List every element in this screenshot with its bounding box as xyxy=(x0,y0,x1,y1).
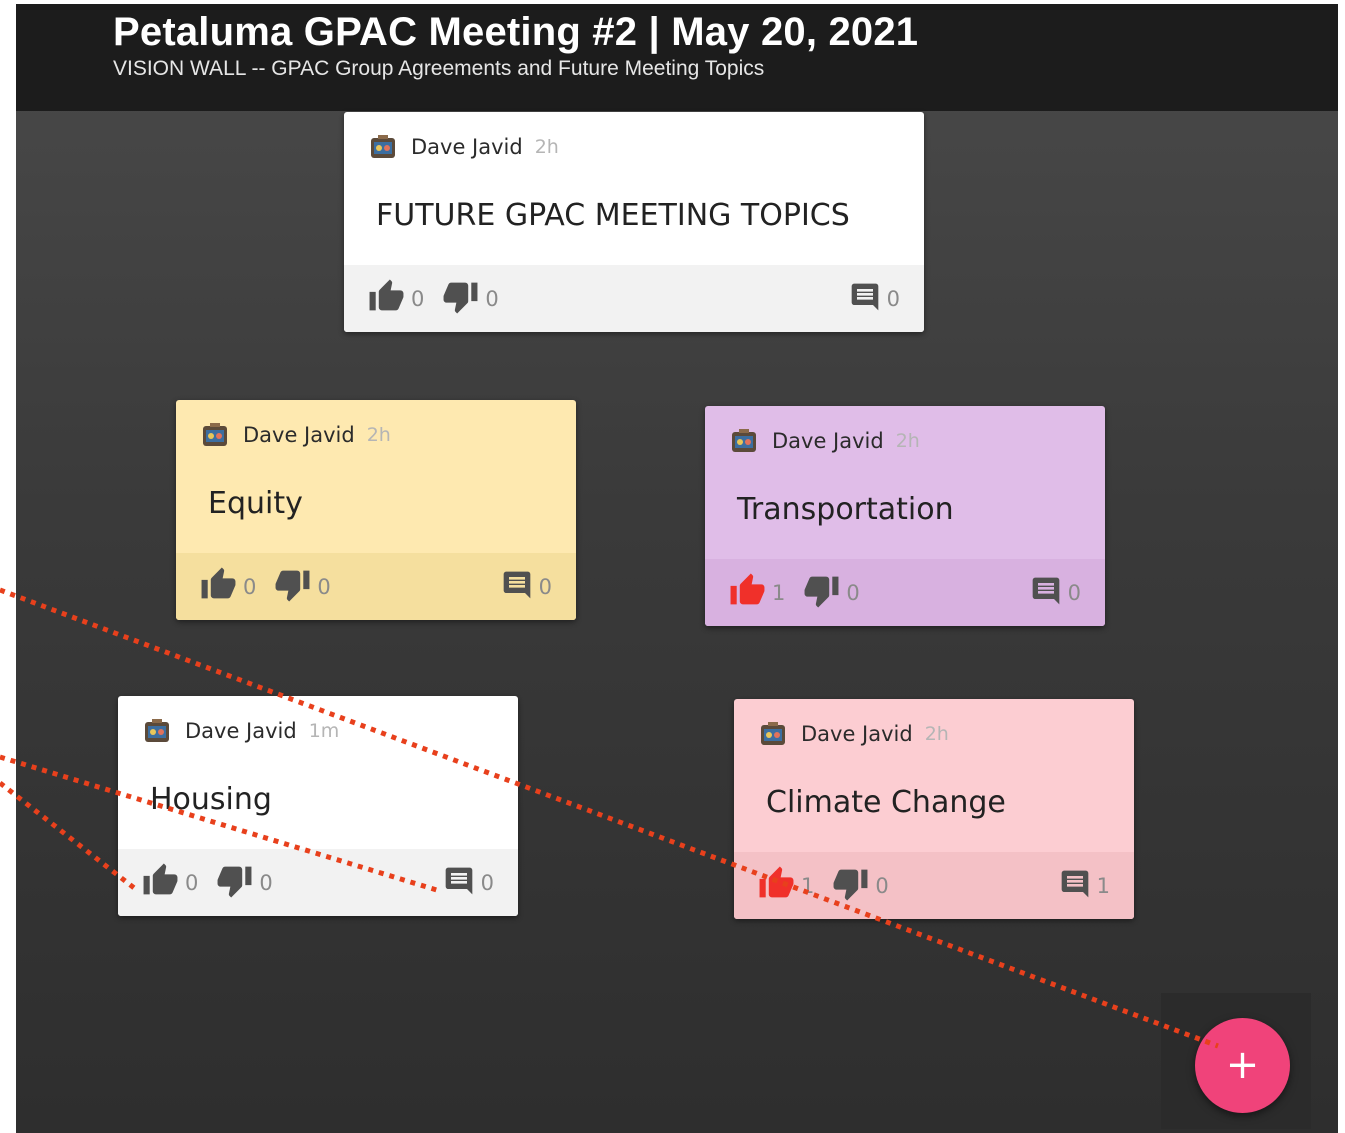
dislike-count: 0 xyxy=(485,286,499,311)
dislike-button[interactable]: 0 xyxy=(442,278,499,319)
avatar-icon xyxy=(730,427,758,455)
like-count: 1 xyxy=(772,580,786,605)
comment-icon xyxy=(1059,868,1091,904)
card-footer: 0 0 0 xyxy=(344,265,924,332)
card-equity[interactable]: Dave Javid 2h Equity 0 0 0 xyxy=(176,400,576,620)
page-title: Petaluma GPAC Meeting #2 | May 20, 2021 xyxy=(113,10,919,54)
thumbs-up-icon xyxy=(758,865,795,906)
thumbs-down-icon xyxy=(442,278,479,319)
author-name: Dave Javid xyxy=(411,135,523,159)
card-footer: 1 0 1 xyxy=(734,852,1134,919)
thumbs-up-icon xyxy=(368,278,405,319)
card-footer: 1 0 0 xyxy=(705,559,1105,626)
like-count: 0 xyxy=(411,286,425,311)
like-button[interactable]: 0 xyxy=(368,278,424,319)
post-age: 2h xyxy=(534,136,559,158)
comment-count: 1 xyxy=(1096,873,1110,898)
like-count: 0 xyxy=(243,574,257,599)
card-text: Transportation xyxy=(737,492,954,527)
card-footer: 0 0 0 xyxy=(118,849,518,916)
dislike-button[interactable]: 0 xyxy=(216,862,273,903)
like-count: 0 xyxy=(185,870,199,895)
thumbs-down-icon xyxy=(274,566,311,607)
plus-icon: + xyxy=(1225,1042,1260,1088)
comment-button[interactable]: 0 xyxy=(501,569,552,605)
thumbs-up-icon xyxy=(200,566,237,607)
like-button[interactable]: 0 xyxy=(142,862,198,903)
card-text: Equity xyxy=(208,486,303,521)
dislike-count: 0 xyxy=(846,580,860,605)
thumbs-up-icon xyxy=(729,572,766,613)
thumbs-down-icon xyxy=(832,865,869,906)
comment-button[interactable]: 0 xyxy=(849,281,900,317)
author-name: Dave Javid xyxy=(243,423,355,447)
card-footer: 0 0 0 xyxy=(176,553,576,620)
card-transportation[interactable]: Dave Javid 2h Transportation 1 0 0 xyxy=(705,406,1105,626)
card-header: Dave Javid 2h xyxy=(369,132,559,162)
like-button[interactable]: 1 xyxy=(758,865,814,906)
avatar-icon xyxy=(369,133,397,161)
comment-count: 0 xyxy=(886,286,900,311)
comment-icon xyxy=(849,281,881,317)
comment-count: 0 xyxy=(1067,580,1081,605)
card-header: Dave Javid 2h xyxy=(759,719,949,749)
post-age: 2h xyxy=(924,723,949,745)
comment-button[interactable]: 0 xyxy=(1030,575,1081,611)
comment-icon xyxy=(443,865,475,901)
card-text: Housing xyxy=(150,782,272,817)
card-housing[interactable]: Dave Javid 1m Housing 0 0 0 xyxy=(118,696,518,916)
dislike-count: 0 xyxy=(317,574,331,599)
card-text: FUTURE GPAC MEETING TOPICS xyxy=(376,198,850,233)
post-age: 1m xyxy=(308,720,340,742)
card-header: Dave Javid 2h xyxy=(201,420,391,450)
add-post-button[interactable]: + xyxy=(1195,1018,1290,1113)
dislike-button[interactable]: 0 xyxy=(803,572,860,613)
author-name: Dave Javid xyxy=(801,722,913,746)
like-count: 1 xyxy=(801,873,815,898)
card-text: Climate Change xyxy=(766,785,1006,820)
like-button[interactable]: 0 xyxy=(200,566,256,607)
post-age: 2h xyxy=(366,424,391,446)
card-climate-change[interactable]: Dave Javid 2h Climate Change 1 0 1 xyxy=(734,699,1134,919)
author-name: Dave Javid xyxy=(185,719,297,743)
card-future-topics[interactable]: Dave Javid 2h FUTURE GPAC MEETING TOPICS 0 0… xyxy=(344,112,924,332)
thumbs-up-icon xyxy=(142,862,179,903)
avatar-icon xyxy=(759,720,787,748)
comment-button[interactable]: 1 xyxy=(1059,868,1110,904)
dislike-button[interactable]: 0 xyxy=(832,865,889,906)
comment-button[interactable]: 0 xyxy=(443,865,494,901)
thumbs-down-icon xyxy=(216,862,253,903)
post-age: 2h xyxy=(895,430,920,452)
card-header: Dave Javid 2h xyxy=(730,426,920,456)
comment-count: 0 xyxy=(538,574,552,599)
comment-icon xyxy=(501,569,533,605)
comment-count: 0 xyxy=(480,870,494,895)
author-name: Dave Javid xyxy=(772,429,884,453)
thumbs-down-icon xyxy=(803,572,840,613)
like-button[interactable]: 1 xyxy=(729,572,785,613)
avatar-icon xyxy=(201,421,229,449)
avatar-icon xyxy=(143,717,171,745)
dislike-button[interactable]: 0 xyxy=(274,566,331,607)
comment-icon xyxy=(1030,575,1062,611)
dislike-count: 0 xyxy=(875,873,889,898)
card-header: Dave Javid 1m xyxy=(143,716,339,746)
page-subtitle: VISION WALL -- GPAC Group Agreements and… xyxy=(113,57,765,80)
dislike-count: 0 xyxy=(259,870,273,895)
page-header: Petaluma GPAC Meeting #2 | May 20, 2021 … xyxy=(16,4,1338,111)
